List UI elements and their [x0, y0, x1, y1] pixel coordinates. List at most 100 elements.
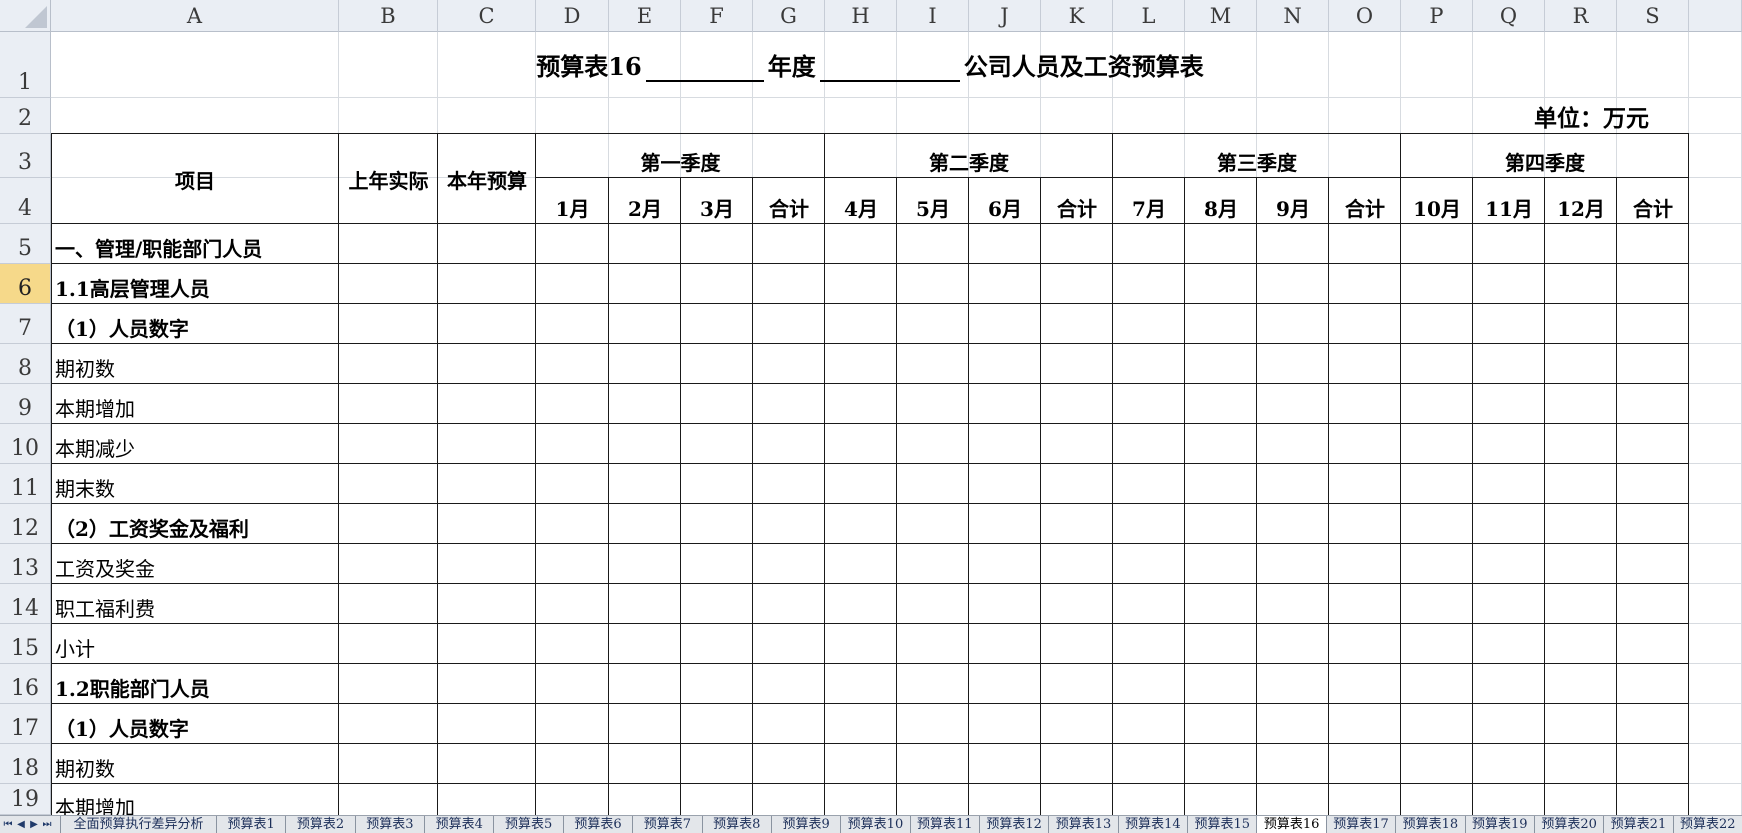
data-cell-r11[interactable] — [1545, 464, 1617, 504]
data-cell-f19[interactable] — [681, 784, 753, 815]
data-cell-q13[interactable] — [1473, 544, 1545, 584]
row-header-12[interactable]: 12 — [0, 504, 51, 544]
data-cell-g17[interactable] — [753, 704, 825, 744]
data-cell-c17[interactable] — [438, 704, 536, 744]
column-header-c[interactable]: C — [438, 0, 536, 32]
data-cell-e18[interactable] — [609, 744, 681, 784]
data-cell-e10[interactable] — [609, 424, 681, 464]
data-cell-h13[interactable] — [825, 544, 897, 584]
data-cell-k18[interactable] — [1041, 744, 1113, 784]
data-cell-n15[interactable] — [1257, 624, 1329, 664]
data-cell-p13[interactable] — [1401, 544, 1473, 584]
data-cell-c6[interactable] — [438, 264, 536, 304]
data-cell-o5[interactable] — [1329, 224, 1401, 264]
data-cell-i12[interactable] — [897, 504, 969, 544]
data-cell-e6[interactable] — [609, 264, 681, 304]
data-cell-e8[interactable] — [609, 344, 681, 384]
data-cell-g18[interactable] — [753, 744, 825, 784]
data-cell-q15[interactable] — [1473, 624, 1545, 664]
data-cell-g15[interactable] — [753, 624, 825, 664]
row-label-10[interactable]: 本期减少 — [51, 424, 339, 464]
data-cell-q10[interactable] — [1473, 424, 1545, 464]
data-cell-e11[interactable] — [609, 464, 681, 504]
data-cell-s17[interactable] — [1617, 704, 1689, 744]
data-cell-k19[interactable] — [1041, 784, 1113, 815]
data-cell-c10[interactable] — [438, 424, 536, 464]
column-header-p[interactable]: P — [1401, 0, 1473, 32]
data-cell-n5[interactable] — [1257, 224, 1329, 264]
data-cell-j8[interactable] — [969, 344, 1041, 384]
data-cell-p8[interactable] — [1401, 344, 1473, 384]
data-cell-l18[interactable] — [1113, 744, 1185, 784]
data-cell-n9[interactable] — [1257, 384, 1329, 424]
data-cell-o12[interactable] — [1329, 504, 1401, 544]
sheet-tab[interactable]: 预算表11 — [909, 816, 979, 833]
sheet-tab[interactable]: 预算表21 — [1603, 816, 1672, 833]
data-cell-b18[interactable] — [339, 744, 438, 784]
data-cell-m17[interactable] — [1185, 704, 1257, 744]
data-cell-n18[interactable] — [1257, 744, 1329, 784]
data-cell-l11[interactable] — [1113, 464, 1185, 504]
data-cell-f6[interactable] — [681, 264, 753, 304]
data-cell-d19[interactable] — [536, 784, 609, 815]
data-cell-j7[interactable] — [969, 304, 1041, 344]
column-header-d[interactable]: D — [536, 0, 609, 32]
data-cell-j19[interactable] — [969, 784, 1041, 815]
data-cell-d11[interactable] — [536, 464, 609, 504]
data-cell-m8[interactable] — [1185, 344, 1257, 384]
data-cell-g5[interactable] — [753, 224, 825, 264]
data-cell-j16[interactable] — [969, 664, 1041, 704]
row-header-19[interactable]: 19 — [0, 784, 51, 815]
data-cell-r17[interactable] — [1545, 704, 1617, 744]
data-cell-o19[interactable] — [1329, 784, 1401, 815]
row-label-12[interactable]: （2）工资奖金及福利 — [51, 504, 339, 544]
data-cell-l6[interactable] — [1113, 264, 1185, 304]
data-cell-o6[interactable] — [1329, 264, 1401, 304]
data-cell-m19[interactable] — [1185, 784, 1257, 815]
column-header-l[interactable]: L — [1113, 0, 1185, 32]
data-cell-n16[interactable] — [1257, 664, 1329, 704]
data-cell-q7[interactable] — [1473, 304, 1545, 344]
data-cell-i14[interactable] — [897, 584, 969, 624]
data-cell-o11[interactable] — [1329, 464, 1401, 504]
data-cell-n11[interactable] — [1257, 464, 1329, 504]
data-cell-k11[interactable] — [1041, 464, 1113, 504]
data-cell-l5[interactable] — [1113, 224, 1185, 264]
data-cell-q8[interactable] — [1473, 344, 1545, 384]
data-cell-b11[interactable] — [339, 464, 438, 504]
data-cell-h7[interactable] — [825, 304, 897, 344]
data-cell-l19[interactable] — [1113, 784, 1185, 815]
data-cell-b8[interactable] — [339, 344, 438, 384]
data-cell-l9[interactable] — [1113, 384, 1185, 424]
data-cell-j10[interactable] — [969, 424, 1041, 464]
data-cell-h5[interactable] — [825, 224, 897, 264]
data-cell-b12[interactable] — [339, 504, 438, 544]
data-cell-o9[interactable] — [1329, 384, 1401, 424]
data-cell-p12[interactable] — [1401, 504, 1473, 544]
data-cell-c18[interactable] — [438, 744, 536, 784]
last-sheet-icon[interactable]: ⏭ — [41, 817, 53, 832]
data-cell-j5[interactable] — [969, 224, 1041, 264]
data-cell-p7[interactable] — [1401, 304, 1473, 344]
data-cell-e14[interactable] — [609, 584, 681, 624]
sheet-tab[interactable]: 预算表4 — [424, 816, 493, 833]
data-cell-f14[interactable] — [681, 584, 753, 624]
data-cell-g6[interactable] — [753, 264, 825, 304]
row-label-6[interactable]: 1.1高层管理人员 — [51, 264, 339, 304]
data-cell-p18[interactable] — [1401, 744, 1473, 784]
data-cell-h12[interactable] — [825, 504, 897, 544]
sheet-tab[interactable]: 预算表20 — [1533, 816, 1603, 833]
data-cell-i7[interactable] — [897, 304, 969, 344]
data-cell-m14[interactable] — [1185, 584, 1257, 624]
sheet-tab[interactable]: 预算表6 — [562, 816, 632, 833]
first-sheet-icon[interactable]: ⏮ — [2, 817, 14, 832]
column-header-e[interactable]: E — [609, 0, 681, 32]
data-cell-r9[interactable] — [1545, 384, 1617, 424]
row-header-6[interactable]: 6 — [0, 264, 51, 304]
row-header-9[interactable]: 9 — [0, 384, 51, 424]
data-cell-h11[interactable] — [825, 464, 897, 504]
data-cell-f10[interactable] — [681, 424, 753, 464]
row-header-1[interactable]: 1 — [0, 32, 51, 98]
data-cell-p11[interactable] — [1401, 464, 1473, 504]
row-header-2[interactable]: 2 — [0, 98, 51, 134]
